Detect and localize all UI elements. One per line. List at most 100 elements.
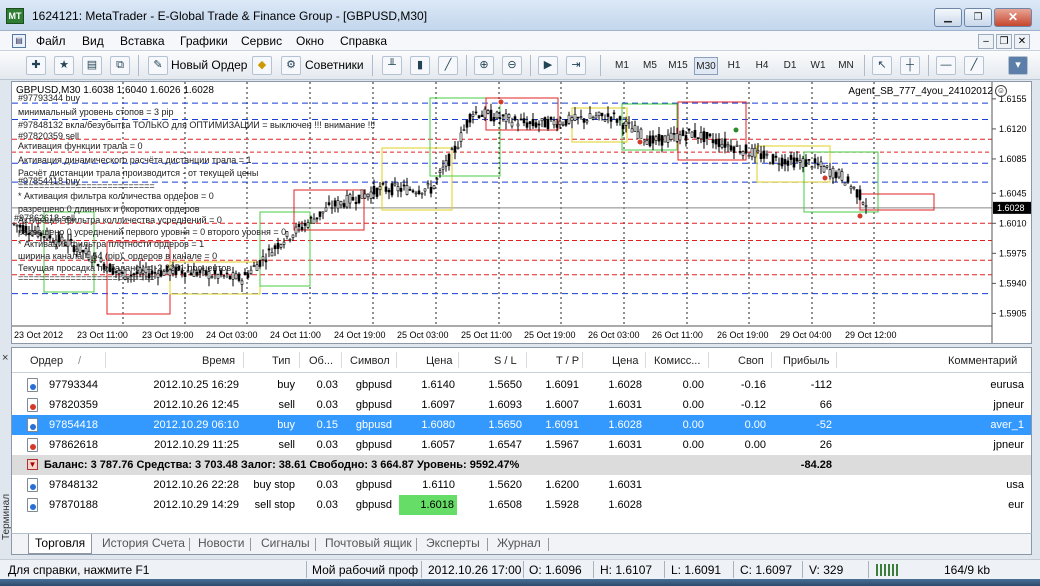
expert-advisors-button[interactable]: Советники [305, 56, 364, 75]
timeframe-m30-button[interactable]: M30 [694, 57, 718, 75]
timeframe-m15-button[interactable]: M15 [666, 57, 690, 75]
market-watch-icon[interactable]: ▤ [82, 56, 102, 75]
tab-mailbox[interactable]: Почтовый ящик [325, 534, 412, 554]
smiley-icon[interactable]: ☺ [995, 85, 1007, 97]
trendline-icon[interactable]: ╱ [964, 56, 984, 75]
chart-shift-icon[interactable]: ⇥ [566, 56, 586, 75]
navigator-icon[interactable]: ⧉ [110, 56, 130, 75]
column-header-current-price[interactable]: Цена [612, 355, 638, 367]
column-divider[interactable] [243, 352, 244, 368]
order-row[interactable]: 97793344 2012.10.25 16:29 buy 0.03 gbpus… [12, 375, 1031, 395]
bar-chart-icon[interactable]: ╨ [382, 56, 402, 75]
column-header-order[interactable]: Ордер [30, 355, 63, 367]
column-header-tp[interactable]: T / P [556, 355, 579, 367]
maximize-button[interactable]: ❐ [964, 8, 992, 27]
candle-body [438, 170, 442, 173]
minimize-button[interactable]: ▁ [934, 8, 962, 27]
mdi-restore-button[interactable]: ❐ [996, 34, 1012, 49]
candle-body [528, 121, 532, 125]
candle-chart-icon[interactable]: ▮ [410, 56, 430, 75]
sell-order-icon [27, 438, 38, 452]
menu-window[interactable]: Окно [296, 34, 324, 48]
pending-order-row[interactable]: 97848132 2012.10.26 22:28 buy stop 0.03 … [12, 475, 1031, 495]
column-header-commission[interactable]: Комисс... [654, 355, 700, 367]
timeframe-w1-button[interactable]: W1 [806, 57, 830, 75]
column-header-time[interactable]: Время [202, 355, 235, 367]
expert-comment-line: #97862618 sell [14, 213, 76, 223]
order-current-price: 1.6031 [608, 439, 642, 451]
chart-window-icon[interactable]: ▤ [12, 34, 26, 48]
profile-name[interactable]: Мой рабочий проф [312, 563, 418, 577]
column-header-comment[interactable]: Комментарий [948, 355, 1017, 367]
order-row-selected[interactable]: 97854418 2012.10.29 06:10 buy 0.15 gbpus… [12, 415, 1031, 435]
column-divider[interactable] [341, 352, 342, 368]
column-header-profit[interactable]: Прибыль [783, 355, 830, 367]
candle-body [306, 222, 310, 228]
line-chart-icon[interactable]: ╱ [438, 56, 458, 75]
close-window-button[interactable]: ✕ [994, 8, 1032, 27]
warning-icon[interactable]: ◆ [252, 56, 272, 75]
tab-journal[interactable]: Журнал [497, 534, 541, 554]
favorites-icon[interactable]: ★ [54, 56, 74, 75]
candle-body [156, 273, 160, 278]
menu-view[interactable]: Вид [82, 34, 104, 48]
column-header-symbol[interactable]: Символ [350, 355, 390, 367]
tab-account-history[interactable]: История Счета [102, 534, 185, 554]
column-header-volume[interactable]: Об... [309, 355, 333, 367]
column-header-swap[interactable]: Своп [738, 355, 764, 367]
column-divider[interactable] [836, 352, 837, 368]
column-divider[interactable] [771, 352, 772, 368]
orders-table-header: Ордер / Время Тип Об... Символ Цена S / … [12, 348, 1031, 373]
column-divider[interactable] [526, 352, 527, 368]
cursor-icon[interactable]: ↖ [872, 56, 892, 75]
expert-advisors-icon[interactable]: ⚙ [281, 56, 301, 75]
menu-tools[interactable]: Сервис [241, 34, 282, 48]
autoscroll-icon[interactable]: ▶ [538, 56, 558, 75]
menu-insert[interactable]: Вставка [120, 34, 165, 48]
price-chart[interactable]: 1.6155 1.6120 1.6085 1.6045 1.6010 1.5975 1.59… [11, 81, 1032, 344]
column-divider[interactable] [396, 352, 397, 368]
tab-news[interactable]: Новости [198, 534, 244, 554]
timeframe-mn-button[interactable]: MN [834, 57, 858, 75]
timeframe-h4-button[interactable]: H4 [750, 57, 774, 75]
column-divider[interactable] [105, 352, 106, 368]
new-order-button[interactable]: Новый Ордер [171, 56, 247, 75]
timeframe-d1-button[interactable]: D1 [778, 57, 802, 75]
timeframe-m1-button[interactable]: M1 [610, 57, 634, 75]
menu-file[interactable]: Файл [36, 34, 66, 48]
more-tools-icon[interactable]: ▾ [1008, 56, 1028, 75]
connection-status-icon[interactable] [876, 564, 900, 576]
menu-help[interactable]: Справка [340, 34, 387, 48]
zoom-in-icon[interactable]: ⊕ [474, 56, 494, 75]
mdi-minimize-button[interactable]: – [978, 34, 994, 49]
order-row[interactable]: 97862618 2012.10.29 11:25 sell 0.03 gbpu… [12, 435, 1031, 455]
balance-summary-row[interactable]: ▼ Баланс: 3 787.76 Средства: 3 703.48 За… [12, 455, 1031, 475]
column-header-sl[interactable]: S / L [494, 355, 517, 367]
column-divider[interactable] [645, 352, 646, 368]
pending-order-row[interactable]: 97870188 2012.10.29 14:29 sell stop 0.03… [12, 495, 1031, 515]
timeframe-m5-button[interactable]: M5 [638, 57, 662, 75]
column-divider[interactable] [458, 352, 459, 368]
candle-body [825, 165, 829, 168]
column-divider[interactable] [299, 352, 300, 368]
tab-experts[interactable]: Эксперты [426, 534, 480, 554]
crosshair-icon[interactable]: ┼ [900, 56, 920, 75]
column-divider[interactable] [582, 352, 583, 368]
column-divider[interactable] [708, 352, 709, 368]
terminal-close-icon[interactable]: × [2, 352, 11, 364]
candle-body [366, 193, 370, 198]
menu-charts[interactable]: Графики [180, 34, 228, 48]
new-chart-icon[interactable]: ✚ [26, 56, 46, 75]
trade-arrow-marker [732, 126, 740, 134]
tab-signals[interactable]: Сигналы [261, 534, 310, 554]
order-row[interactable]: 97820359 2012.10.26 12:45 sell 0.03 gbpu… [12, 395, 1031, 415]
zoom-out-icon[interactable]: ⊖ [502, 56, 522, 75]
new-order-icon[interactable]: ✎ [148, 56, 168, 75]
mdi-close-button[interactable]: ✕ [1014, 34, 1030, 49]
column-header-price[interactable]: Цена [426, 355, 452, 367]
tab-trade[interactable]: Торговля [28, 534, 93, 554]
horizontal-line-icon[interactable]: — [936, 56, 956, 75]
column-header-type[interactable]: Тип [272, 355, 290, 367]
timeframe-h1-button[interactable]: H1 [722, 57, 746, 75]
candle-body [456, 146, 460, 149]
